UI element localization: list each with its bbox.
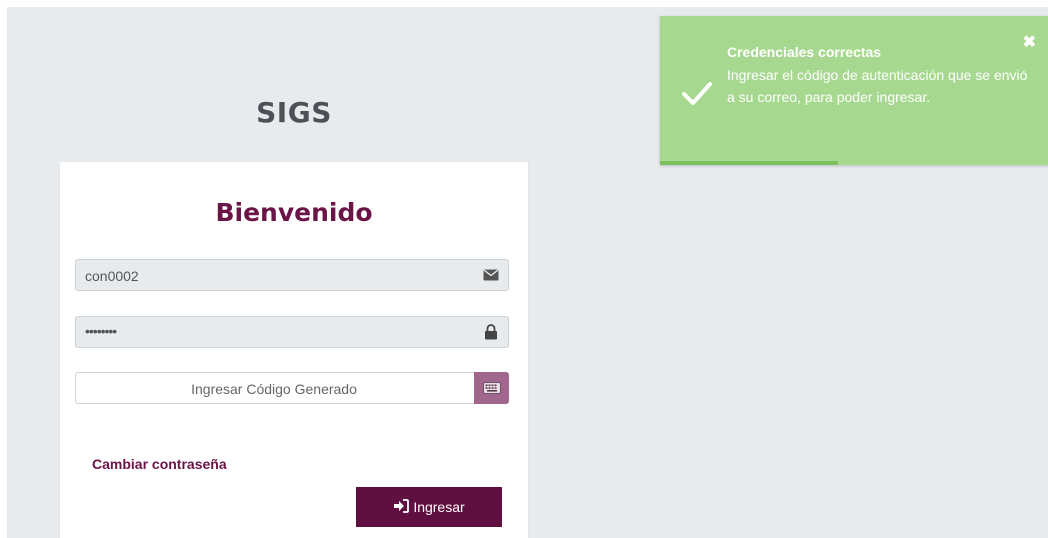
password-value: •••••••• — [85, 323, 117, 339]
envelope-icon — [473, 260, 508, 290]
login-button-label: Ingresar — [413, 499, 465, 515]
welcome-heading: Bienvenido — [215, 198, 373, 227]
toast-message: Ingresar el código de autenticación que … — [727, 67, 1028, 105]
password-field[interactable]: •••••••• — [75, 316, 509, 348]
close-icon[interactable]: ✖ — [1023, 32, 1036, 52]
toast-progress-track — [660, 161, 1048, 165]
login-button[interactable]: Ingresar — [356, 487, 502, 527]
toast-progress-bar — [660, 161, 839, 165]
success-toast: Credenciales correctas Ingresar el códig… — [660, 16, 1048, 165]
username-value: con0002 — [85, 268, 139, 284]
lock-icon — [473, 317, 508, 347]
username-field[interactable]: con0002 — [75, 259, 509, 291]
sign-in-icon — [393, 498, 410, 516]
check-icon — [680, 76, 714, 110]
login-card: Bienvenido con0002 •••••••• Ingresar Cód… — [60, 162, 528, 538]
change-password-link[interactable]: Cambiar contraseña — [92, 456, 227, 472]
code-input[interactable]: Ingresar Código Generado — [75, 372, 509, 404]
toast-title: Credenciales correctas — [727, 44, 882, 60]
keyboard-icon[interactable] — [474, 372, 509, 404]
code-placeholder: Ingresar Código Generado — [191, 381, 357, 397]
app-title: SIGS — [256, 96, 332, 129]
